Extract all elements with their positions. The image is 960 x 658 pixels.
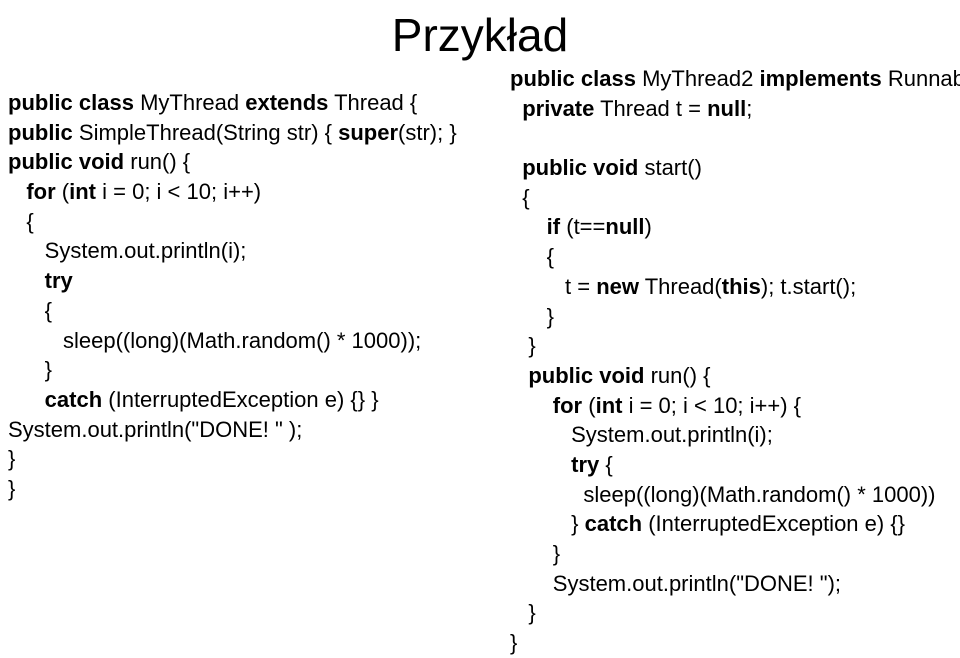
txt: ); t.start();	[761, 274, 856, 299]
txt: (	[582, 393, 595, 418]
txt: run() {	[124, 149, 190, 174]
kw: if	[510, 214, 560, 239]
txt: }	[8, 476, 15, 501]
txt: (	[56, 179, 69, 204]
txt: i = 0; i < 10; i++)	[96, 179, 261, 204]
kw: this	[722, 274, 761, 299]
txt: }	[510, 600, 536, 625]
txt: (t==	[560, 214, 605, 239]
txt: i = 0; i < 10; i++) {	[622, 393, 801, 418]
txt: }	[8, 446, 15, 471]
txt: {	[8, 298, 52, 323]
txt: (str); }	[398, 120, 457, 145]
txt: System.out.println("DONE! " );	[8, 417, 302, 442]
kw: for	[510, 393, 582, 418]
kw: public class	[8, 90, 134, 115]
txt: SimpleThread(String str) {	[73, 120, 338, 145]
kw: try	[8, 268, 73, 293]
txt: }	[510, 630, 517, 655]
txt: Thread {	[328, 90, 417, 115]
txt: {	[599, 452, 612, 477]
txt: sleep((long)(Math.random() * 1000))	[510, 482, 936, 507]
kw: public class	[510, 66, 636, 91]
kw: public	[8, 120, 73, 145]
kw: public void	[510, 155, 638, 180]
right-code-block: public class MyThread2 implements Runnab…	[510, 64, 960, 658]
txt: Thread(	[639, 274, 722, 299]
slide-title: Przykład	[392, 8, 568, 62]
txt: MyThread	[134, 90, 245, 115]
txt: }	[510, 333, 536, 358]
kw: super	[338, 120, 398, 145]
txt: }	[510, 304, 554, 329]
txt: (InterruptedException e) {}	[642, 511, 905, 536]
txt: System.out.println(i);	[8, 238, 246, 263]
kw: public void	[8, 149, 124, 174]
txt: }	[8, 357, 52, 382]
txt: Thread t =	[594, 96, 707, 121]
kw: null	[707, 96, 746, 121]
kw: int	[596, 393, 623, 418]
kw: catch	[8, 387, 102, 412]
txt: ;	[746, 96, 752, 121]
txt: t =	[510, 274, 596, 299]
txt: start()	[638, 155, 702, 180]
kw: private	[510, 96, 594, 121]
txt: sleep((long)(Math.random() * 1000));	[8, 328, 421, 353]
kw: catch	[585, 511, 642, 536]
txt: {	[8, 209, 34, 234]
txt: )	[644, 214, 651, 239]
txt: (InterruptedException e) {} }	[102, 387, 378, 412]
txt: }	[510, 511, 585, 536]
kw: null	[605, 214, 644, 239]
txt: MyThread2	[636, 66, 760, 91]
kw: extends	[245, 90, 328, 115]
kw: try	[510, 452, 599, 477]
txt: System.out.println("DONE! ");	[510, 571, 841, 596]
txt: Runnab	[882, 66, 960, 91]
txt: {	[510, 185, 530, 210]
kw: public void	[510, 363, 644, 388]
txt: run() {	[644, 363, 710, 388]
kw: new	[596, 274, 639, 299]
txt: System.out.println(i);	[510, 422, 773, 447]
kw: for	[8, 179, 56, 204]
txt: }	[510, 541, 560, 566]
kw: int	[69, 179, 96, 204]
left-code-block: public class MyThread extends Thread { p…	[8, 88, 478, 504]
txt	[510, 125, 516, 150]
kw: implements	[759, 66, 881, 91]
txt: {	[510, 244, 554, 269]
